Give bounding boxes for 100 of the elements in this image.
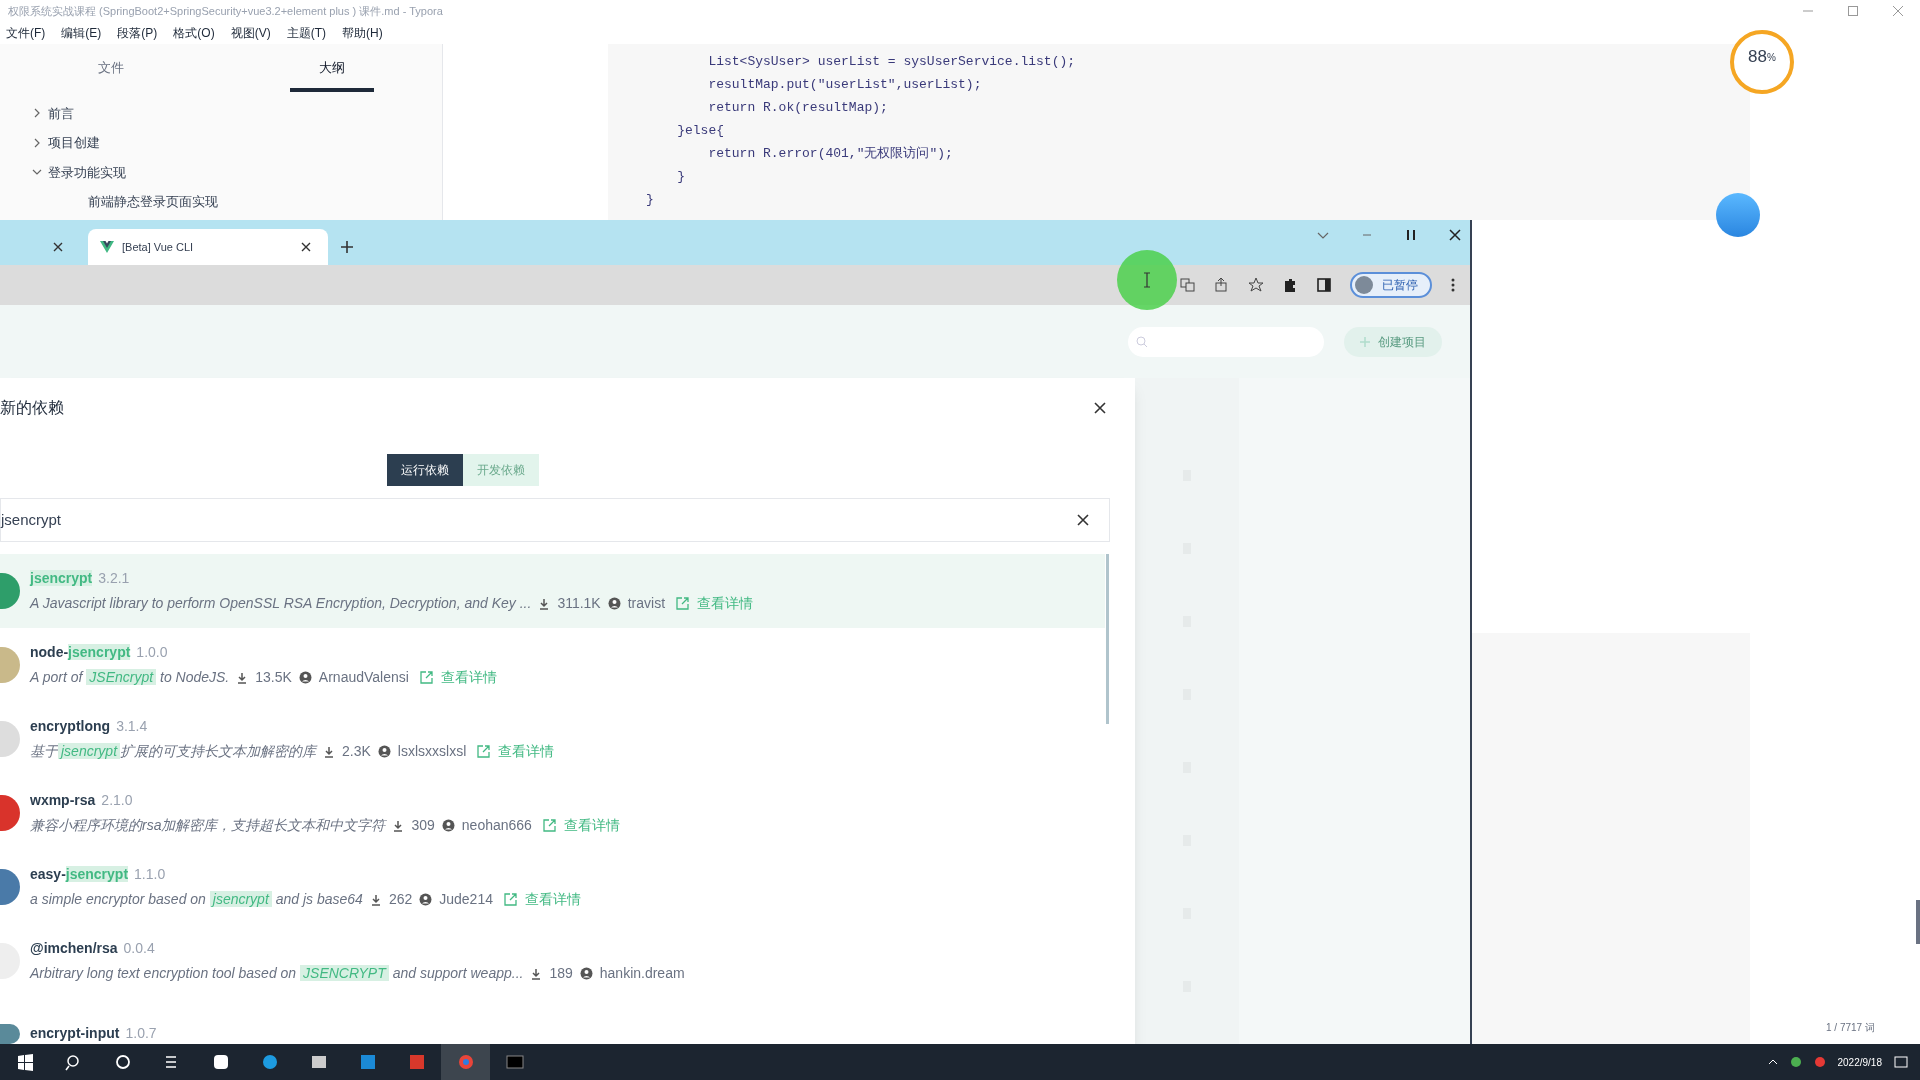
outline-item[interactable]: 登录功能实现 — [48, 162, 126, 182]
package-version: 3.2.1 — [98, 569, 130, 588]
side-panel-icon — [1316, 277, 1332, 293]
package-name[interactable]: easy-jsencrypt — [30, 864, 129, 885]
external-link-icon — [676, 597, 690, 610]
download-icon — [236, 671, 249, 684]
search-field[interactable]: jsencrypt — [0, 498, 1110, 542]
package-author: hankin.dream — [599, 964, 685, 983]
package-author: ArnaudValensi — [318, 668, 409, 687]
chevron-up-icon — [1767, 1057, 1778, 1067]
menu-item[interactable]: 段落(P) — [117, 24, 158, 42]
user-icon — [441, 819, 455, 832]
code-line: return R.error(401,"无权限访问"); — [707, 145, 954, 163]
outline-item[interactable]: 前言 — [48, 103, 74, 123]
plus-icon — [1360, 336, 1370, 347]
speed-widget[interactable]: 88% — [1730, 30, 1794, 94]
download-count: 311.1K — [557, 594, 601, 613]
download-count: 262 — [388, 890, 413, 909]
download-icon — [369, 893, 382, 906]
sidebar-tab[interactable]: 文件 — [68, 58, 153, 92]
package-author: neohan666 — [461, 816, 532, 835]
dialog-title: 新的依赖 — [0, 398, 64, 418]
user-icon — [579, 967, 593, 980]
search-icon — [1136, 335, 1148, 348]
close-icon — [1448, 228, 1462, 242]
package-version: 1.1.0 — [134, 865, 166, 884]
word-count: 1 / 7717 词 — [1826, 1021, 1875, 1035]
taskbar-date: 2022/9/18 — [1837, 1055, 1882, 1070]
window-title: 权限系统实战课程 (SpringBoot2+SpringSecurity+vue3.2+element plus ) 课件.md - Typora — [8, 3, 443, 19]
package-name[interactable]: encryptlong — [30, 716, 111, 737]
sidebar-tab[interactable]: 大纲 — [289, 58, 374, 92]
outline-item[interactable]: 项目创建 — [48, 133, 100, 153]
menu-item[interactable]: 帮助(H) — [342, 24, 383, 42]
windows-logo-icon[interactable] — [15, 1053, 34, 1071]
profile-button[interactable]: 已暂停 — [1350, 272, 1432, 298]
external-link-icon — [503, 893, 517, 906]
package-description: a simple encryptor based on jsencrypt and js base64 — [30, 890, 363, 909]
package-name[interactable]: wxmp-rsa — [30, 790, 96, 811]
text-cursor-icon — [1143, 272, 1151, 288]
external-link-icon — [477, 745, 491, 758]
package-description: 兼容小程序环境的rsa加解密库，支持超长文本和中文字符 — [30, 816, 386, 835]
bookmark-star-icon — [1248, 277, 1264, 293]
profile-label: 已暂停 — [1382, 277, 1418, 294]
menu-item[interactable]: 视图(V) — [230, 24, 271, 42]
share-icon — [1214, 277, 1230, 293]
widget-unit: % — [1767, 52, 1776, 65]
pause-icon — [1404, 228, 1418, 242]
app-icon[interactable] — [211, 1053, 230, 1071]
scrollbar-thumb[interactable] — [1106, 554, 1109, 724]
external-link-icon — [542, 819, 556, 832]
code-line: resultMap.put("userList",userList); — [707, 76, 983, 94]
create-project-label: 创建项目 — [1378, 333, 1426, 351]
download-count: 309 — [411, 816, 435, 835]
code-line: } — [676, 168, 686, 186]
package-author: Jude214 — [439, 890, 493, 909]
dependency-type-tab[interactable]: 运行依赖 — [386, 454, 463, 486]
package-version: 2.1.0 — [101, 791, 133, 810]
search-value: jsencrypt — [1, 509, 62, 530]
more-icon — [1450, 277, 1456, 293]
download-icon — [530, 967, 543, 980]
folder-icon[interactable] — [309, 1053, 328, 1071]
widget-percent: 88 — [1748, 46, 1767, 68]
download-icon — [392, 819, 405, 832]
terminal-icon[interactable] — [505, 1053, 524, 1071]
tray-app-icon — [1813, 1056, 1826, 1068]
chevron-right-icon[interactable] — [32, 137, 42, 148]
package-description: A Javascript library to perform OpenSSL RSA Encryption, Decryption, and Key ... — [30, 594, 532, 613]
user-icon — [298, 671, 312, 684]
package-name[interactable]: @imchen/rsa — [30, 938, 118, 959]
package-name[interactable]: encrypt-input — [30, 1023, 120, 1044]
external-link-icon — [419, 671, 433, 684]
user-icon — [377, 745, 391, 758]
code-line: return R.ok(resultMap); — [707, 99, 889, 117]
avatar-icon — [1354, 275, 1374, 295]
package-version: 3.1.4 — [116, 717, 148, 736]
download-count: 189 — [549, 964, 573, 983]
tray-app-icon — [1789, 1056, 1802, 1068]
user-icon — [419, 893, 433, 906]
user-icon — [607, 597, 621, 610]
scrollbar-thumb[interactable] — [1916, 900, 1920, 944]
outline-item[interactable]: 前端静态登录页面实现 — [32, 192, 442, 212]
code-line: }else{ — [676, 122, 725, 140]
menu-item[interactable]: 主题(T) — [286, 24, 326, 42]
new-tab-icon — [340, 240, 354, 254]
browser-tab[interactable]: [Beta] Vue CLI — [88, 229, 328, 265]
maximize-icon — [1847, 6, 1858, 16]
code-line: } — [646, 191, 655, 209]
search-field[interactable] — [1128, 326, 1324, 357]
package-version: 1.0.7 — [125, 1024, 157, 1043]
menu-item[interactable]: 文件(F) — [6, 24, 46, 42]
menu-item[interactable]: 格式(O) — [173, 24, 215, 42]
code-line: List<SysUser> userList = sysUserService.list(); — [707, 53, 1077, 71]
vue-logo-icon — [100, 241, 114, 253]
menu-item[interactable]: 编辑(E) — [61, 24, 102, 42]
chevron-right-icon[interactable] — [32, 108, 42, 119]
notification-icon — [1894, 1055, 1908, 1069]
close-icon — [300, 241, 312, 253]
package-version: 0.0.4 — [123, 939, 155, 958]
package-name[interactable]: node-jsencrypt — [30, 642, 131, 663]
circle-icon[interactable] — [113, 1053, 132, 1071]
